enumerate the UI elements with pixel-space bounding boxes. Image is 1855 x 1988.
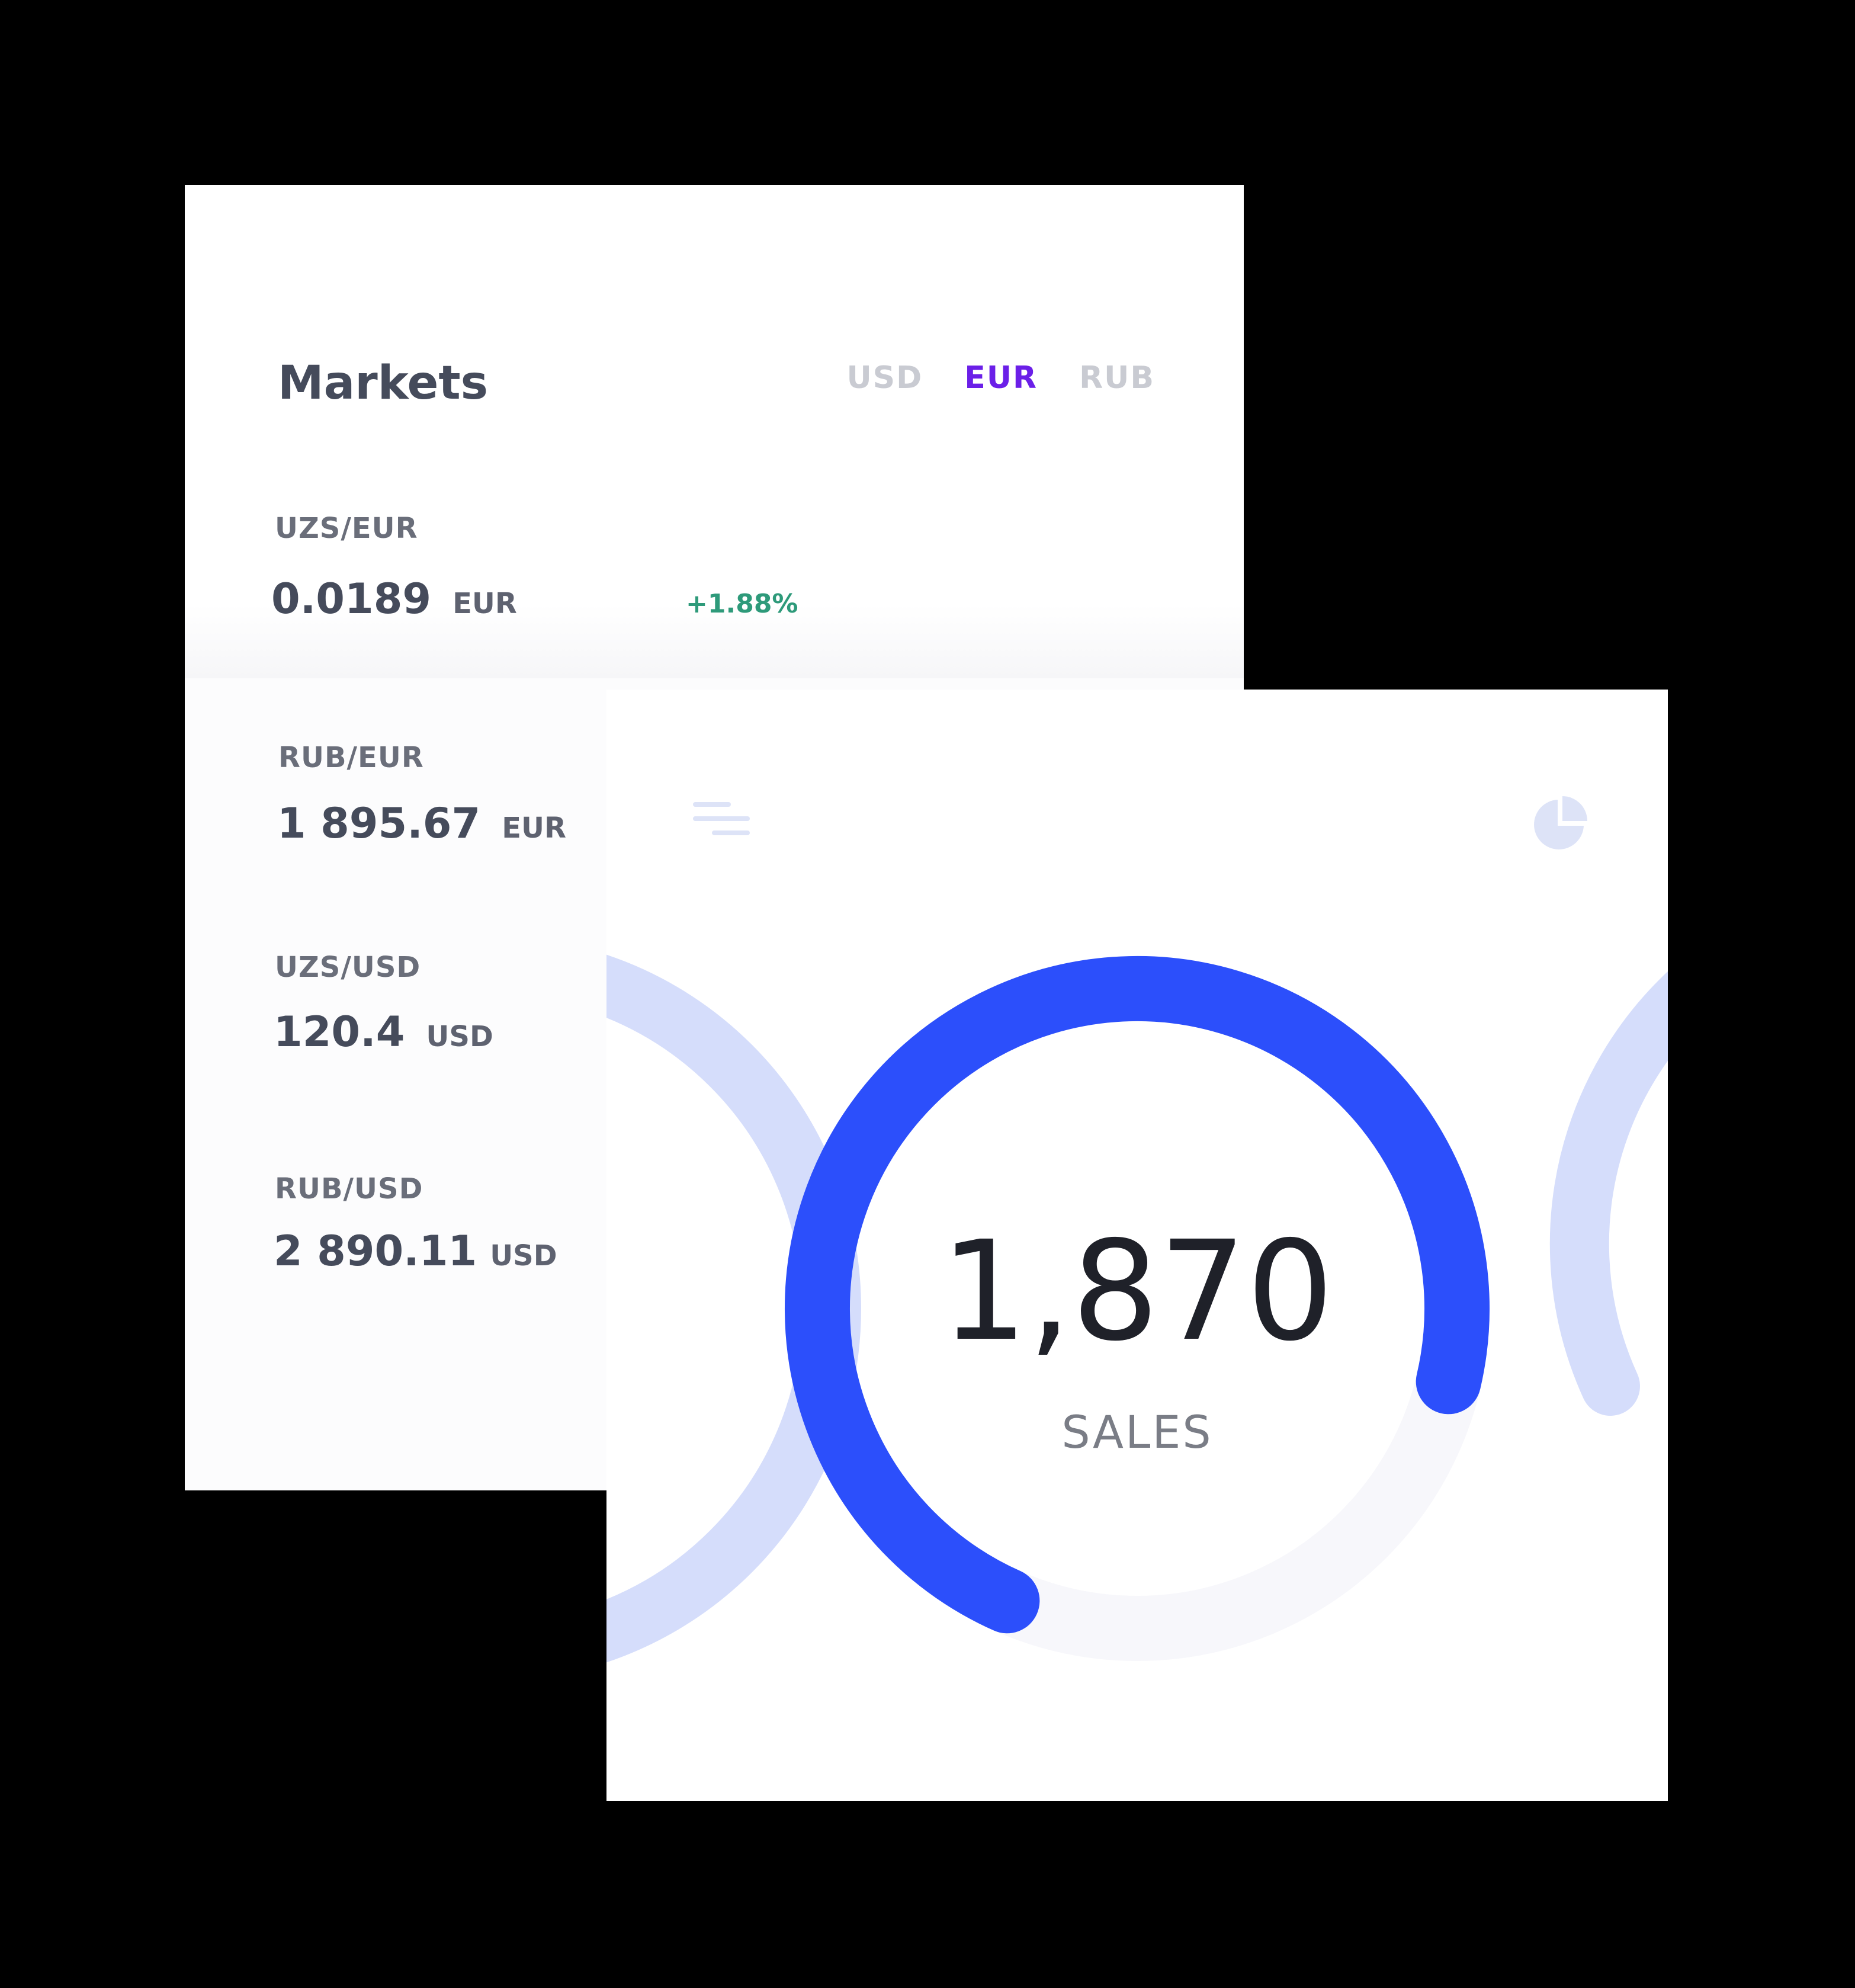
rate-value: 0.0189 (271, 575, 432, 623)
rate-unit: USD (490, 1239, 557, 1272)
change-percent: +1.88% (686, 589, 798, 619)
rate-unit: EUR (452, 587, 517, 620)
market-row[interactable]: UZS/EUR 0.0189 EUR +1.88% Markets USD EU… (185, 185, 1244, 797)
pair-label: UZS/USD (275, 951, 421, 984)
rate-value: 1 895.67 (277, 799, 481, 848)
sales-card: 1,870 SALES (606, 690, 1668, 1801)
sales-value: 1,870 (940, 1211, 1334, 1371)
currency-tabs: USD EUR RUB (846, 363, 1155, 393)
pair-label: UZS/EUR (275, 512, 418, 545)
sales-label: SALES (1061, 1406, 1213, 1458)
rate-value: 2 890.11 (274, 1227, 477, 1275)
filter-lines-icon[interactable] (693, 802, 752, 845)
rate-unit: USD (426, 1020, 493, 1053)
rate-line: 120.4 USD (274, 1011, 493, 1053)
rate-unit: EUR (502, 812, 566, 845)
pair-label: RUB/EUR (278, 741, 424, 774)
rate-value: 120.4 (274, 1008, 405, 1056)
tab-eur[interactable]: EUR (964, 363, 1038, 393)
pair-label: RUB/USD (275, 1172, 423, 1205)
tab-usd[interactable]: USD (846, 363, 923, 393)
rate-line: 0.0189 EUR (271, 578, 517, 620)
page-title: Markets (278, 357, 489, 410)
tab-rub[interactable]: RUB (1079, 363, 1155, 393)
rate-line: 2 890.11 USD (274, 1230, 557, 1272)
pie-chart-icon[interactable] (1532, 795, 1588, 852)
rate-line: 1 895.67 EUR (277, 803, 566, 844)
